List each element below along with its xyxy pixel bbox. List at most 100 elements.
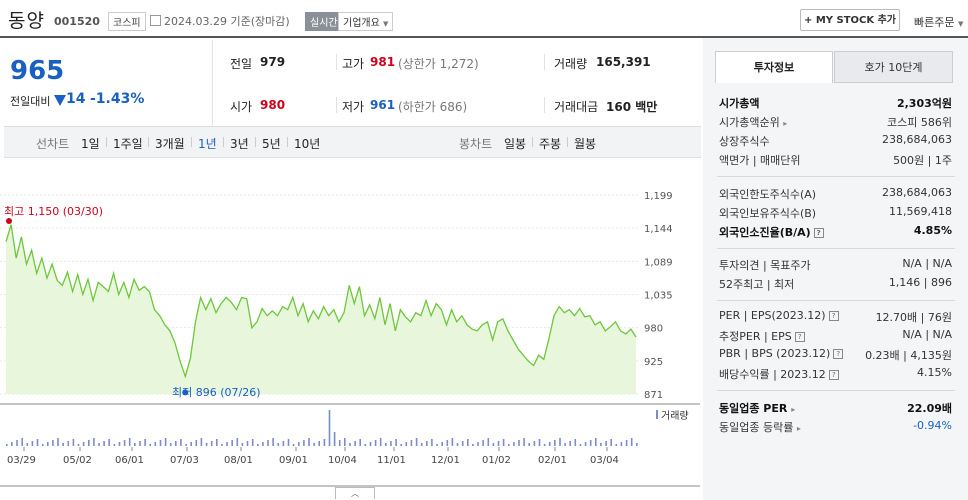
est-per-row: 추정PER | EPS? N/A | N/A [719,328,952,346]
volume-bar [277,443,280,446]
period-10y[interactable]: 10년 [294,135,320,152]
company-info-dropdown[interactable]: 기업개요 ▼ [338,12,394,31]
volume-bar [349,443,351,446]
volume-bar [93,438,95,446]
y-tick-label: 1,035 [644,291,673,302]
sector-per-label: 동일업종 PER [719,402,788,415]
upper-limit: (상한가 1,272) [398,57,479,71]
date-label: 2024.03.29 기준(장마감) [164,15,290,28]
dividend-row: 배당수익률 | 2023.12? 4.15% [719,366,952,384]
volume-bar [333,432,336,446]
amount-value: 160 백만 [606,100,658,114]
volume-bar [344,438,346,446]
volume-bar [159,440,162,446]
foreign-ratio-label: 외국인소진율(B/A) [719,226,811,239]
period-3m[interactable]: 3개월 [155,135,185,152]
volume-bar [47,442,49,446]
divider [544,97,545,113]
realtime-badge[interactable]: 실시간 [305,12,343,31]
volume-bar [467,439,469,446]
per-row: PER | EPS(2023.12)? 12.70배 | 76원 [719,309,952,327]
volume-bar [169,443,172,446]
divider [717,176,955,177]
help-icon[interactable]: ? [813,228,824,238]
help-icon[interactable]: ? [828,311,839,321]
divider [336,97,337,113]
volume-bar [605,441,607,446]
y-tick-label: 925 [644,357,663,368]
volume-legend-icon [656,410,658,419]
prev-close-label: 전일 [230,57,253,71]
price-chart[interactable]: 1,199 1,144 1,089 1,035 980 925 871 03/29 05/02… [0,158,700,488]
y-tick-label: 871 [644,390,663,401]
volume-bar [134,443,136,446]
open-label: 시가 [230,100,253,114]
pbr-label: PBR | BPS (2023.12) [719,347,831,360]
stock-code: 001520 [54,15,100,28]
volume-bar [298,442,300,446]
volume-bar [492,443,495,446]
quick-order-dropdown[interactable]: 빠른주문 ▼ [914,14,963,30]
period-daily[interactable]: 일봉 [504,135,526,152]
chevron-up-icon[interactable]: ︿ [335,487,375,499]
volume-bar [308,438,310,446]
per-value: 12.70배 | 76원 [875,311,952,324]
chevron-right-icon: ▸ [783,119,788,128]
market-cap-rank-row[interactable]: 시가총액순위 ▸ 코스피 586위 [719,114,952,132]
volume-bar [610,439,612,446]
volume-bar [328,410,331,446]
volume-bar [518,440,520,446]
volume-bar [426,441,428,446]
period-monthly[interactable]: 월봉 [574,135,596,152]
period-bar: 선차트 1일 1주일 3개월 1년 3년 5년 10년 봉차트 일봉 주봉 월봉 [4,127,701,158]
sector-per-row[interactable]: 동일업종 PER ▸ 22.09배 [719,400,952,418]
volume-bar [16,440,18,446]
divider [532,137,533,147]
volume-bar [472,444,474,446]
volume-bar [318,441,320,446]
dividend-label: 배당수익률 | 2023.12 [719,368,826,381]
volume-bar [292,444,295,446]
low-value: 961 [370,98,396,112]
volume-legend: 거래량 [661,410,689,422]
volume-bar [584,442,587,446]
period-1y[interactable]: 1년 [198,135,217,152]
volume-bar [379,438,382,446]
volume-bar [564,443,566,446]
help-icon[interactable]: ? [833,349,844,359]
high-label: 고가 [342,57,365,71]
period-3y[interactable]: 3년 [230,135,249,152]
volume-bar [441,442,443,446]
period-1d[interactable]: 1일 [81,135,100,152]
volume-bar [195,440,198,446]
divider [717,300,955,301]
market-cap-label: 시가총액 [719,97,760,110]
volume-bar [636,443,638,446]
tab-invest-info[interactable]: 투자정보 [715,51,833,83]
volume-bar [103,441,105,446]
max-marker [6,218,12,224]
tab-hoga-10[interactable]: 호가 10단계 [834,51,953,83]
volume-bar [456,443,459,446]
x-tick-label: 05/02 [63,455,92,466]
period-weekly[interactable]: 주봉 [539,135,561,152]
x-tick-label: 06/01 [115,455,144,466]
volume-bar [323,439,326,446]
y-tick-label: 1,199 [644,191,673,202]
sector-rate-row[interactable]: 동일업종 등락률 ▸ -0.94% [719,419,952,437]
help-icon[interactable]: ? [794,332,805,342]
volume-bar [451,438,454,446]
sector-rate-value: -0.94% [913,419,952,432]
period-1w[interactable]: 1주일 [113,135,143,152]
help-icon[interactable]: ? [828,370,839,380]
change-percent: -1.43% [90,91,145,107]
period-5y[interactable]: 5년 [262,135,281,152]
my-stock-add-button[interactable]: + MY STOCK 추가 [800,9,900,31]
divider [106,137,107,147]
est-per-value: N/A | N/A [902,328,952,341]
volume-bar [41,444,44,446]
volume-bar [154,442,157,446]
week52-value: 1,146 | 896 [888,276,952,289]
volume-value: 165,391 [596,55,651,69]
shares-row: 상장주식수 238,684,063 [719,133,952,151]
